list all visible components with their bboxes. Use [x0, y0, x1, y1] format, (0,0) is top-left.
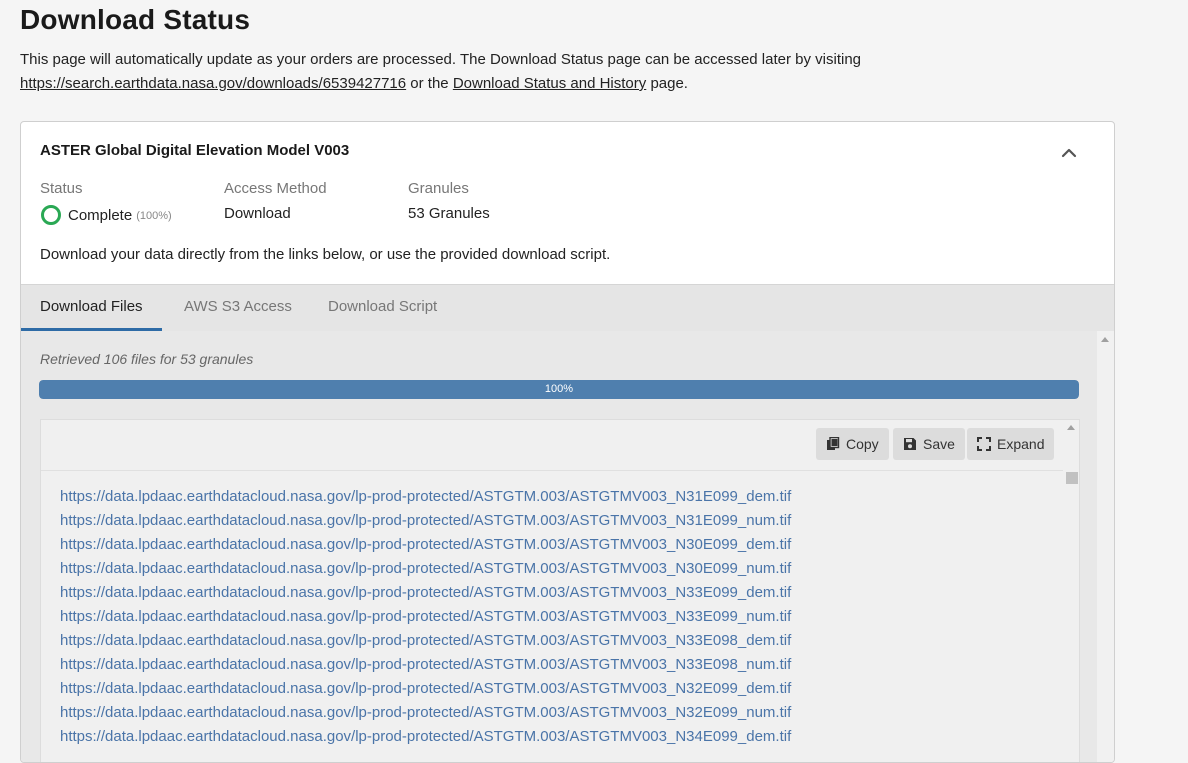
copy-icon	[827, 437, 840, 450]
status-value: Complete (100%)	[40, 205, 172, 225]
file-link[interactable]: https://data.lpdaac.earthdatacloud.nasa.…	[60, 653, 1050, 677]
collection-title: ASTER Global Digital Elevation Model V00…	[40, 142, 350, 159]
granules-column: Granules 53 Granules	[408, 180, 490, 222]
intro-sentence: This page will automatically update as y…	[20, 51, 862, 68]
download-url-link[interactable]: https://search.earthdata.nasa.gov/downlo…	[20, 75, 406, 92]
links-scrollbar-thumb[interactable]	[1066, 472, 1078, 484]
status-label: Status	[40, 180, 83, 197]
access-method-label: Access Method	[224, 180, 327, 197]
scroll-up-arrow-icon[interactable]	[1067, 425, 1075, 430]
tab-download-script[interactable]: Download Script	[309, 285, 456, 331]
status-percent: (100%)	[136, 210, 172, 222]
status-column: Status Complete (100%)	[40, 180, 172, 225]
page-title: Download Status	[20, 4, 251, 35]
intro-end: page.	[650, 75, 688, 92]
expand-label: Expand	[997, 436, 1045, 452]
granules-value: 53 Granules	[408, 205, 490, 222]
floppy-disk-icon	[904, 438, 916, 450]
file-link[interactable]: https://data.lpdaac.earthdatacloud.nasa.…	[60, 509, 1050, 533]
file-link[interactable]: https://data.lpdaac.earthdatacloud.nasa.…	[60, 605, 1050, 629]
status-text: Complete	[68, 206, 133, 224]
file-link[interactable]: https://data.lpdaac.earthdatacloud.nasa.…	[60, 725, 1050, 749]
expand-button[interactable]: Expand	[967, 428, 1055, 460]
order-description: Download your data directly from the lin…	[40, 246, 611, 263]
file-link[interactable]: https://data.lpdaac.earthdatacloud.nasa.…	[60, 629, 1050, 653]
links-toolbar: Copy Save Expand	[41, 420, 1063, 471]
order-panel: ASTER Global Digital Elevation Model V00…	[20, 121, 1115, 763]
download-history-link[interactable]: Download Status and History	[453, 75, 646, 92]
save-label: Save	[923, 436, 955, 452]
chevron-up-icon[interactable]	[1058, 142, 1080, 162]
file-link[interactable]: https://data.lpdaac.earthdatacloud.nasa.…	[60, 557, 1050, 581]
granules-label: Granules	[408, 180, 469, 197]
file-link[interactable]: https://data.lpdaac.earthdatacloud.nasa.…	[60, 485, 1050, 509]
copy-label: Copy	[846, 436, 879, 452]
panel-scroll-up-arrow-icon[interactable]	[1101, 337, 1109, 342]
access-method-value: Download	[224, 205, 291, 222]
tab-bar: Download Files AWS S3 Access Download Sc…	[21, 284, 1114, 332]
intro-or: or the	[410, 75, 449, 92]
file-link[interactable]: https://data.lpdaac.earthdatacloud.nasa.…	[60, 677, 1050, 701]
progress-fill: 100%	[39, 380, 1079, 399]
intro-text: This page will automatically update as y…	[20, 48, 1020, 96]
links-scrollbar[interactable]	[1063, 420, 1079, 762]
file-link[interactable]: https://data.lpdaac.earthdatacloud.nasa.…	[60, 701, 1050, 725]
file-link[interactable]: https://data.lpdaac.earthdatacloud.nasa.…	[60, 533, 1050, 557]
retrieved-count: Retrieved 106 files for 53 granules	[40, 351, 254, 367]
progress-bar: 100%	[39, 380, 1079, 399]
copy-button[interactable]: Copy	[816, 428, 889, 460]
expand-icon	[977, 437, 991, 451]
panel-scrollbar[interactable]	[1097, 331, 1114, 762]
file-link[interactable]: https://data.lpdaac.earthdatacloud.nasa.…	[60, 581, 1050, 605]
save-button[interactable]: Save	[893, 428, 965, 460]
download-files-panel: Retrieved 106 files for 53 granules 100%…	[21, 331, 1097, 762]
complete-circle-icon	[41, 205, 61, 225]
file-link-list: https://data.lpdaac.earthdatacloud.nasa.…	[60, 485, 1050, 749]
tab-aws-s3-access[interactable]: AWS S3 Access	[165, 285, 311, 331]
tab-download-files[interactable]: Download Files	[21, 285, 162, 331]
access-method-column: Access Method Download	[224, 180, 327, 222]
links-box: Copy Save Expand https://data.lpdaac.ear…	[40, 419, 1080, 762]
